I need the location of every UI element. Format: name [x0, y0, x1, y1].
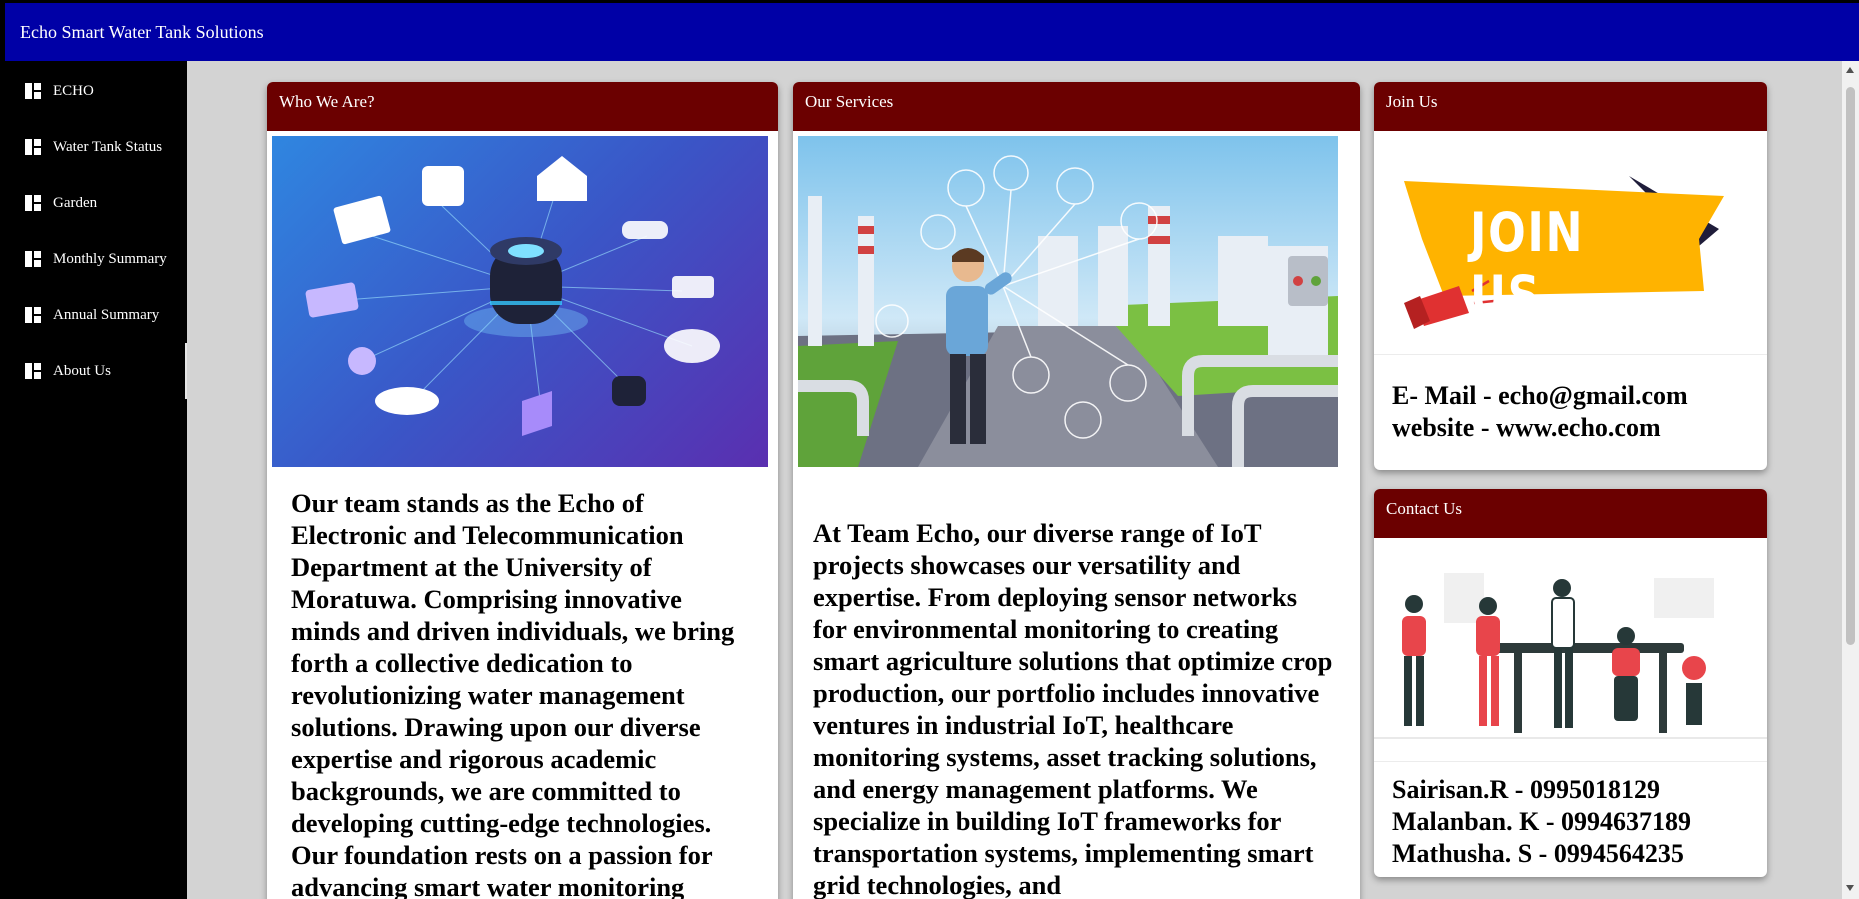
sidebar-item-water-tank-status[interactable]: Water Tank Status — [5, 119, 187, 175]
join-us-banner-text: JOIN US — [1470, 201, 1585, 327]
card-title: Join Us — [1374, 82, 1767, 131]
dashboard-icon — [25, 363, 41, 379]
dashboard-icon — [25, 251, 41, 267]
dashboard-icon — [25, 139, 41, 155]
top-bar: Echo Smart Water Tank Solutions — [5, 3, 1859, 61]
contact-us-card: Contact Us Sairisan.R - 0995018129 Malan… — [1374, 489, 1767, 877]
vertical-scrollbar[interactable] — [1842, 61, 1859, 899]
who-we-are-text: Our team stands as the Echo of Electroni… — [291, 488, 735, 899]
dashboard-icon — [25, 83, 41, 99]
scroll-up-arrow-icon[interactable] — [1846, 67, 1854, 73]
sidebar-item-label: Monthly Summary — [53, 250, 167, 267]
scrollbar-thumb[interactable] — [1846, 87, 1855, 645]
sidebar-item-garden[interactable]: Garden — [5, 175, 187, 231]
join-us-card: Join Us JOIN US E- Mail - echo@gmail.com… — [1374, 82, 1767, 470]
app-window: Echo Smart Water Tank Solutions ECHO Wat… — [5, 3, 1859, 899]
scroll-down-arrow-icon[interactable] — [1846, 885, 1854, 891]
our-services-text: At Team Echo, our diverse range of IoT p… — [813, 518, 1333, 899]
iot-network-illustration — [305, 156, 720, 436]
sidebar-item-annual-summary[interactable]: Annual Summary — [5, 287, 187, 343]
sidebar-item-label: About Us — [53, 362, 111, 379]
sidebar: ECHO Water Tank Status Garden Monthly Su… — [5, 61, 187, 899]
contact-person-1: Sairisan.R - 0995018129 — [1392, 775, 1660, 804]
card-title: Contact Us — [1374, 489, 1767, 538]
sidebar-item-label: ECHO — [53, 82, 94, 99]
who-we-are-card: Who We Are? Our team stands as the Echo … — [267, 82, 778, 899]
card-title: Our Services — [793, 82, 1360, 131]
smart-factory-illustration — [798, 155, 1338, 467]
sidebar-item-label: Garden — [53, 194, 98, 211]
join-email: E- Mail - echo@gmail.com — [1392, 381, 1688, 410]
join-us-banner: JOIN US — [1374, 131, 1767, 354]
sidebar-item-about-us[interactable]: About Us — [5, 343, 187, 399]
join-website: website - www.echo.com — [1392, 413, 1661, 442]
sidebar-item-echo[interactable]: ECHO — [5, 63, 187, 119]
contact-person-2: Malanban. K - 0994637189 — [1392, 807, 1692, 836]
dashboard-icon — [25, 195, 41, 211]
team-meeting-graphic — [1374, 573, 1767, 739]
sidebar-item-label: Annual Summary — [53, 306, 160, 323]
industrial-iot-illustration — [798, 136, 1338, 467]
iot-illustration — [272, 136, 768, 467]
our-services-card: Our Services At Team Echo, our diverse r… — [793, 82, 1360, 899]
dashboard-icon — [25, 307, 41, 323]
app-title: Echo Smart Water Tank Solutions — [20, 22, 264, 42]
card-title: Who We Are? — [267, 82, 778, 131]
sidebar-item-label: Water Tank Status — [53, 138, 163, 155]
sidebar-item-monthly-summary[interactable]: Monthly Summary — [5, 231, 187, 287]
team-meeting-illustration — [1374, 538, 1767, 761]
contact-person-3: Mathusha. S - 0994564235 — [1392, 839, 1684, 868]
